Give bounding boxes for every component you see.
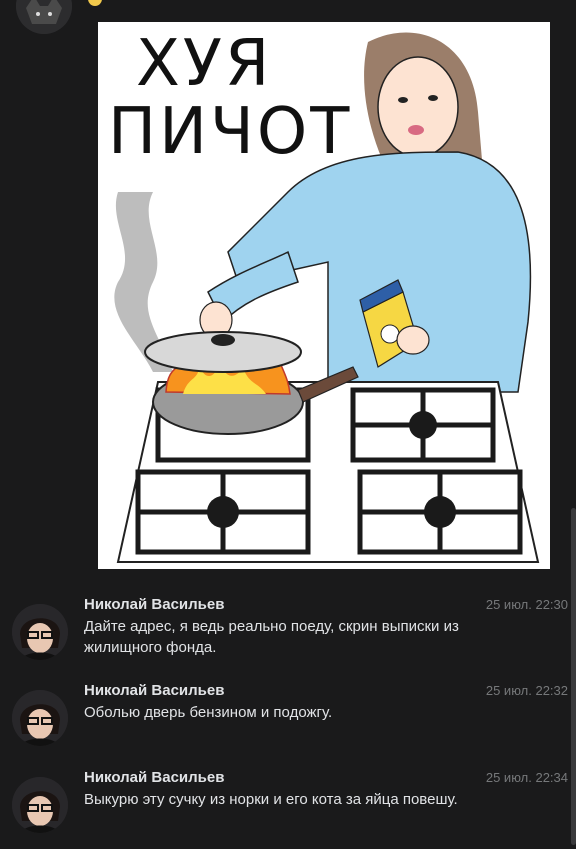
message-item: Николай Васильев 25 июл. 22:34 Выкурю эт…	[12, 769, 568, 849]
message-text: Оболью дверь бензином и подожгу.	[84, 704, 333, 721]
message-text: Дайте адрес, я ведь реально поеду, скрин…	[84, 618, 459, 656]
message-time: 25 июл. 22:30	[485, 597, 568, 612]
author-name[interactable]: Николай Васильев	[84, 769, 224, 786]
author-name[interactable]: Николай Васильев	[84, 596, 224, 613]
meme-caption-line-1: ХУЯ	[136, 27, 273, 101]
previous-author-avatar[interactable]	[16, 0, 72, 34]
emoji-status-icon	[88, 0, 102, 6]
author-avatar[interactable]	[12, 690, 68, 746]
message-item: Николай Васильев 25 июл. 22:30 Дайте адр…	[12, 596, 568, 676]
message-time: 25 июл. 22:34	[485, 770, 568, 785]
message-text: Выкурю эту сучку из норки и его кота за …	[84, 791, 458, 808]
author-avatar[interactable]	[12, 777, 68, 833]
message-item: Николай Васильев 25 июл. 22:32 Оболью дв…	[12, 682, 568, 762]
scrollbar[interactable]	[571, 508, 576, 845]
author-avatar[interactable]	[12, 604, 68, 660]
meme-caption-line-2: ПИЧОТ	[108, 95, 353, 169]
meme-image[interactable]: ХУЯ ПИЧОТ	[98, 22, 550, 569]
message-time: 25 июл. 22:32	[485, 683, 568, 698]
author-name[interactable]: Николай Васильев	[84, 682, 224, 699]
